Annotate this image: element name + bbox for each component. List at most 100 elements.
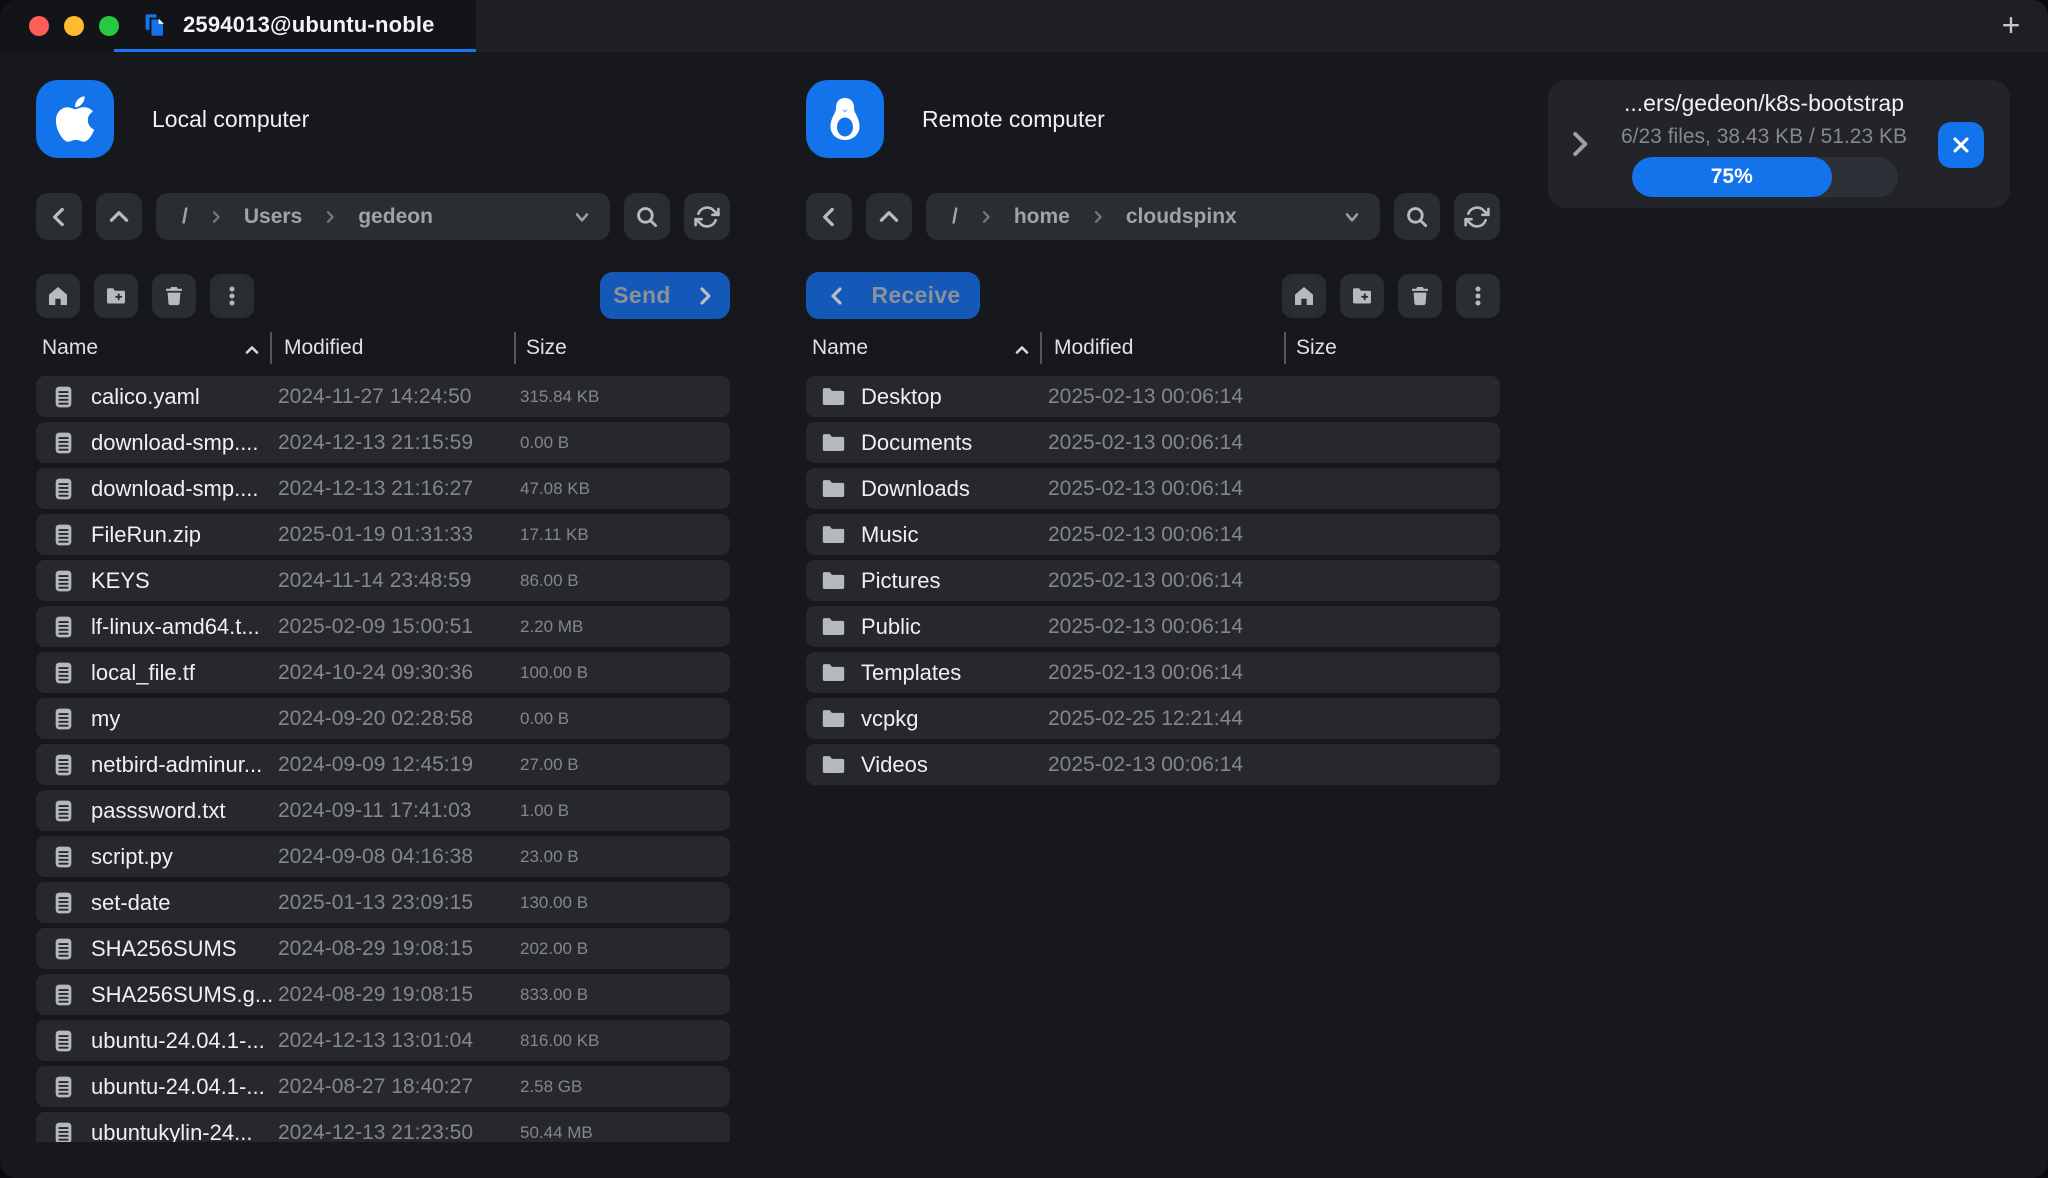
trash-button[interactable] xyxy=(1398,274,1442,318)
file-row[interactable]: ubuntu-24.04.1-...2024-08-27 18:40:272.5… xyxy=(36,1066,730,1107)
send-button-label: Send xyxy=(613,282,670,309)
folder-row[interactable]: Desktop2025-02-13 00:06:14 xyxy=(806,376,1500,417)
file-row[interactable]: calico.yaml2024-11-27 14:24:50315.84 KB xyxy=(36,376,730,417)
file-row[interactable]: SHA256SUMS.g...2024-08-29 19:08:15833.00… xyxy=(36,974,730,1015)
remote-nav-row: / home cloudspinx xyxy=(806,193,1500,240)
file-name: SHA256SUMS.g... xyxy=(91,974,273,1015)
file-size: 1.00 B xyxy=(520,790,569,831)
file-row[interactable]: local_file.tf2024-10-24 09:30:36100.00 B xyxy=(36,652,730,693)
breadcrumb-segment[interactable]: cloudspinx xyxy=(1126,205,1237,229)
home-button[interactable] xyxy=(1282,274,1326,318)
file-row[interactable]: SHA256SUMS2024-08-29 19:08:15202.00 B xyxy=(36,928,730,969)
column-name[interactable]: Name xyxy=(812,336,868,360)
folder-icon xyxy=(819,473,847,504)
tab-session[interactable]: 2594013@ubuntu-noble xyxy=(114,0,476,52)
sort-asc-icon xyxy=(242,340,262,360)
breadcrumb-expand-icon[interactable] xyxy=(572,207,592,227)
folder-icon xyxy=(819,611,847,642)
trash-button[interactable] xyxy=(152,274,196,318)
folder-row[interactable]: Pictures2025-02-13 00:06:14 xyxy=(806,560,1500,601)
folder-row[interactable]: Music2025-02-13 00:06:14 xyxy=(806,514,1500,555)
transfer-progress-bar: 75% xyxy=(1632,157,1898,197)
breadcrumb-segment[interactable]: / xyxy=(952,205,958,229)
file-modified: 2024-09-09 12:45:19 xyxy=(278,744,473,785)
file-name: SHA256SUMS xyxy=(91,928,237,969)
send-button[interactable]: Send xyxy=(600,272,730,319)
up-directory-button[interactable] xyxy=(96,193,142,240)
refresh-button[interactable] xyxy=(1454,193,1500,240)
new-folder-button[interactable] xyxy=(1340,274,1384,318)
more-options-button[interactable] xyxy=(1456,274,1500,318)
up-directory-button[interactable] xyxy=(866,193,912,240)
minimize-window-button[interactable] xyxy=(64,16,84,36)
home-button[interactable] xyxy=(36,274,80,318)
folder-row[interactable]: Documents2025-02-13 00:06:14 xyxy=(806,422,1500,463)
breadcrumb-segment[interactable]: home xyxy=(1014,205,1070,229)
file-name: Videos xyxy=(861,744,928,785)
folder-row[interactable]: Videos2025-02-13 00:06:14 xyxy=(806,744,1500,785)
column-name[interactable]: Name xyxy=(42,336,98,360)
file-name: ubuntukylin-24... xyxy=(91,1112,252,1142)
file-size: 100.00 B xyxy=(520,652,588,693)
file-row[interactable]: KEYS2024-11-14 23:48:5986.00 B xyxy=(36,560,730,601)
folder-row[interactable]: vcpkg2025-02-25 12:21:44 xyxy=(806,698,1500,739)
breadcrumb-segment[interactable]: gedeon xyxy=(358,205,433,229)
breadcrumb-segment[interactable]: Users xyxy=(244,205,302,229)
transfer-path: ...ers/gedeon/k8s-bootstrap xyxy=(1582,90,1946,117)
file-size: 23.00 B xyxy=(520,836,579,877)
local-toolbar: Send xyxy=(36,272,730,319)
search-button[interactable] xyxy=(1394,193,1440,240)
file-name: ubuntu-24.04.1-... xyxy=(91,1020,265,1061)
back-button[interactable] xyxy=(806,193,852,240)
refresh-button[interactable] xyxy=(684,193,730,240)
remote-column-header: Name Modified Size xyxy=(806,332,1500,366)
file-modified: 2025-02-13 00:06:14 xyxy=(1048,468,1243,509)
file-row[interactable]: script.py2024-09-08 04:16:3823.00 B xyxy=(36,836,730,877)
file-row[interactable]: ubuntukylin-24...2024-12-13 21:23:5050.4… xyxy=(36,1112,730,1142)
file-row[interactable]: FileRun.zip2025-01-19 01:31:3317.11 KB xyxy=(36,514,730,555)
breadcrumb-segment[interactable]: / xyxy=(182,205,188,229)
file-row[interactable]: download-smp....2024-12-13 21:15:590.00 … xyxy=(36,422,730,463)
local-breadcrumb[interactable]: / Users gedeon xyxy=(156,193,610,240)
file-modified: 2024-09-08 04:16:38 xyxy=(278,836,473,877)
folder-row[interactable]: Public2025-02-13 00:06:14 xyxy=(806,606,1500,647)
close-window-button[interactable] xyxy=(29,16,49,36)
new-tab-button[interactable]: + xyxy=(1992,7,2030,45)
more-options-button[interactable] xyxy=(210,274,254,318)
column-size[interactable]: Size xyxy=(526,336,567,360)
new-folder-button[interactable] xyxy=(94,274,138,318)
file-row[interactable]: set-date2025-01-13 23:09:15130.00 B xyxy=(36,882,730,923)
remote-file-list: Desktop2025-02-13 00:06:14 Documents2025-… xyxy=(806,376,1500,790)
file-size: 47.08 KB xyxy=(520,468,590,509)
column-modified[interactable]: Modified xyxy=(1054,336,1133,360)
file-row[interactable]: netbird-adminur...2024-09-09 12:45:1927.… xyxy=(36,744,730,785)
file-row[interactable]: ubuntu-24.04.1-...2024-12-13 13:01:04816… xyxy=(36,1020,730,1061)
column-size[interactable]: Size xyxy=(1296,336,1337,360)
remote-breadcrumb[interactable]: / home cloudspinx xyxy=(926,193,1380,240)
file-row[interactable]: my2024-09-20 02:28:580.00 B xyxy=(36,698,730,739)
file-icon xyxy=(49,473,77,504)
folder-icon xyxy=(819,427,847,458)
folder-icon xyxy=(819,381,847,412)
folder-icon xyxy=(819,519,847,550)
apple-icon xyxy=(36,80,114,158)
file-row[interactable]: download-smp....2024-12-13 21:16:2747.08… xyxy=(36,468,730,509)
folder-row[interactable]: Downloads2025-02-13 00:06:14 xyxy=(806,468,1500,509)
folder-icon xyxy=(819,703,847,734)
receive-button-label: Receive xyxy=(871,282,960,309)
local-column-header: Name Modified Size xyxy=(36,332,730,366)
file-row[interactable]: passsword.txt2024-09-11 17:41:031.00 B xyxy=(36,790,730,831)
search-button[interactable] xyxy=(624,193,670,240)
file-icon xyxy=(49,1071,77,1102)
breadcrumb-expand-icon[interactable] xyxy=(1342,207,1362,227)
folder-icon xyxy=(819,749,847,780)
file-row[interactable]: lf-linux-amd64.t...2025-02-09 15:00:512.… xyxy=(36,606,730,647)
receive-button[interactable]: Receive xyxy=(806,272,980,319)
column-modified[interactable]: Modified xyxy=(284,336,363,360)
close-transfer-button[interactable] xyxy=(1938,122,1984,168)
back-button[interactable] xyxy=(36,193,82,240)
folder-row[interactable]: Templates2025-02-13 00:06:14 xyxy=(806,652,1500,693)
file-modified: 2024-08-29 19:08:15 xyxy=(278,928,473,969)
file-name: FileRun.zip xyxy=(91,514,201,555)
breadcrumb-chevron-icon xyxy=(322,209,338,225)
